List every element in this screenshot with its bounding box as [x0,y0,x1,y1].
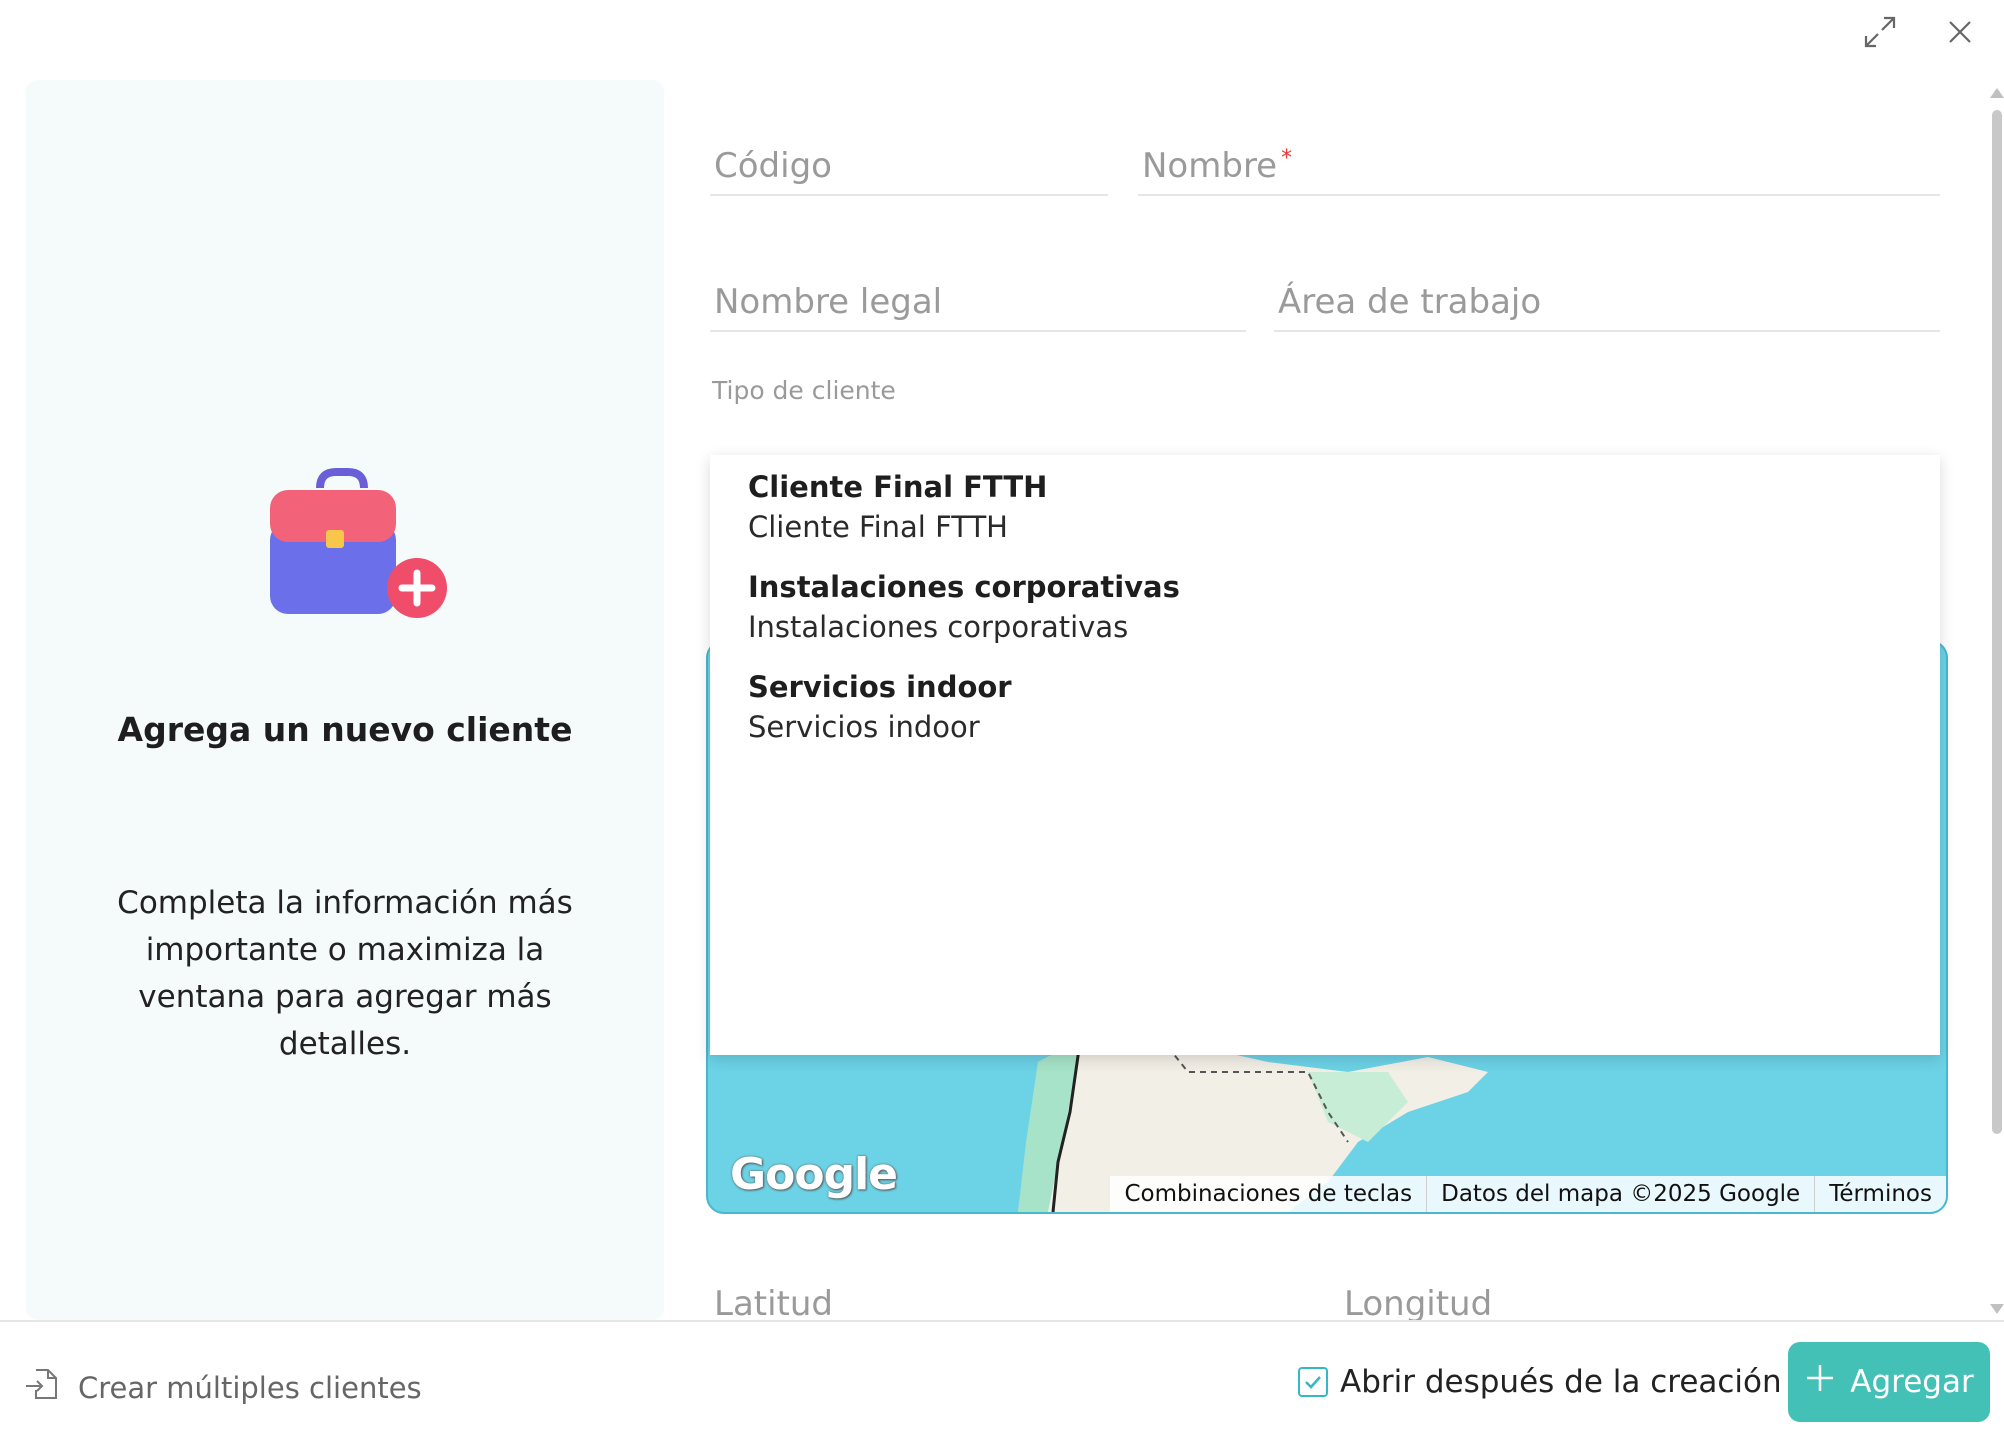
tipo-cliente-dropdown[interactable]: Cliente Final FTTH Cliente Final FTTH In… [710,455,1940,1055]
map-attribution: Combinaciones de teclas Datos del mapa ©… [1110,1176,1946,1212]
option-title: Servicios indoor [748,670,1012,704]
area-trabajo-field[interactable]: Área de trabajo [1274,260,1940,332]
google-logo: Google [730,1149,898,1200]
add-button-label: Agregar [1850,1364,1974,1400]
codigo-field[interactable]: Código [710,124,1108,196]
option-subtitle: Servicios indoor [748,710,980,744]
latitud-field[interactable]: Latitud [710,1250,1310,1324]
footer-bar: Crear múltiples clientes Abrir después d… [0,1320,2004,1436]
longitud-field[interactable]: Longitud [1340,1250,1940,1324]
terms-link[interactable]: Términos [1814,1176,1946,1212]
briefcase-add-illustration [264,468,454,628]
plus-icon [1804,1362,1836,1402]
panel-description: Completa la información más importante o… [117,885,573,1062]
codigo-placeholder: Código [714,146,832,186]
option-title: Cliente Final FTTH [748,470,1048,504]
map-data-text: Datos del mapa ©2025 Google [1426,1176,1814,1212]
maximize-icon[interactable] [1858,10,1902,54]
nombre-field[interactable]: Nombre * [1138,124,1940,196]
panel-title: Agrega un nuevo cliente [117,710,573,749]
create-multiple-button[interactable]: Crear múltiples clientes [22,1364,422,1411]
dropdown-option-servicios-indoor[interactable]: Servicios indoor Servicios indoor [748,667,1012,747]
scroll-down-arrow[interactable] [1990,1304,2004,1314]
area-trabajo-placeholder: Área de trabajo [1278,282,1542,322]
close-icon[interactable] [1938,10,1982,54]
nombre-placeholder: Nombre * [1142,146,1293,186]
tipo-cliente-label: Tipo de cliente [712,376,896,405]
file-import-icon [22,1364,62,1411]
open-after-label: Abrir después de la creación [1340,1364,1782,1400]
open-after-checkbox[interactable] [1298,1367,1328,1397]
nombre-legal-placeholder: Nombre legal [714,282,943,322]
option-subtitle: Instalaciones corporativas [748,610,1129,644]
longitud-placeholder: Longitud [1344,1284,1493,1324]
scroll-up-arrow[interactable] [1990,88,2004,98]
scrollbar-thumb[interactable] [1992,110,2002,1134]
create-multiple-label: Crear múltiples clientes [78,1370,422,1405]
option-subtitle: Cliente Final FTTH [748,510,1008,544]
required-marker: * [1281,146,1293,171]
option-title: Instalaciones corporativas [748,570,1180,604]
info-panel: Agrega un nuevo cliente Completa la info… [26,80,664,1320]
dropdown-option-cliente-final[interactable]: Cliente Final FTTH Cliente Final FTTH [748,467,1047,547]
keyboard-shortcuts-link[interactable]: Combinaciones de teclas [1110,1176,1426,1212]
latitud-placeholder: Latitud [714,1284,834,1324]
nombre-legal-field[interactable]: Nombre legal [710,260,1246,332]
open-after-creation[interactable]: Abrir después de la creación [1298,1364,1782,1400]
dropdown-option-instalaciones[interactable]: Instalaciones corporativas Instalaciones… [748,567,1180,647]
add-button[interactable]: Agregar [1788,1342,1990,1422]
